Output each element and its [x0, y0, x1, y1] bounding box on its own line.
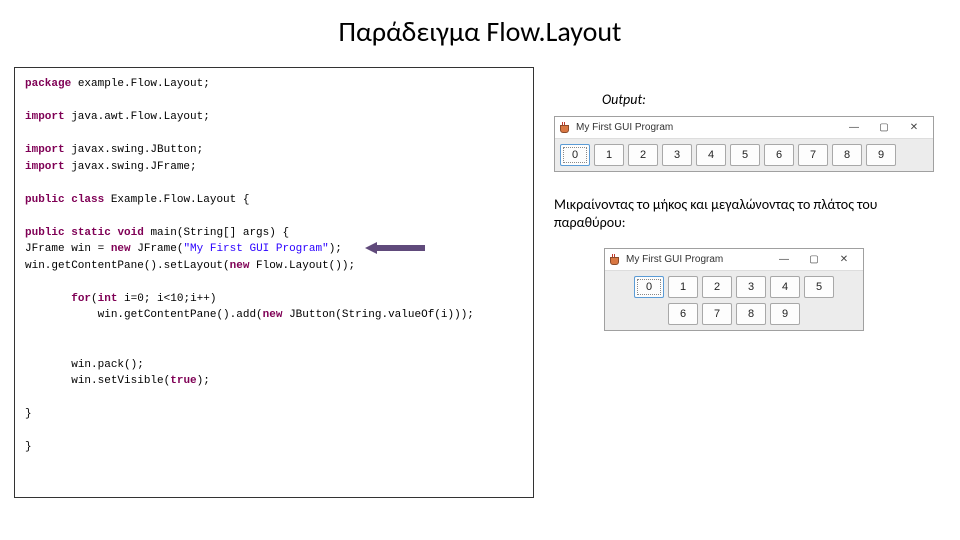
t: ); [197, 375, 210, 387]
kw: new [111, 243, 131, 255]
t: win.getContentPane().setLayout( [25, 260, 230, 272]
jbutton-1[interactable]: 1 [594, 144, 624, 166]
window-controls: — ▢ ✕ [769, 252, 859, 268]
kw: int [98, 293, 118, 305]
jbutton-2[interactable]: 2 [628, 144, 658, 166]
kw: void [117, 227, 143, 239]
kw: import [25, 144, 65, 156]
jbutton-2[interactable]: 2 [702, 276, 732, 298]
window-title: My First GUI Program [626, 254, 769, 265]
jbutton-5[interactable]: 5 [730, 144, 760, 166]
close-button[interactable]: ✕ [899, 120, 929, 136]
code-listing: package example.Flow.Layout; import java… [14, 67, 534, 498]
t: } [25, 408, 32, 420]
jbutton-4[interactable]: 4 [696, 144, 726, 166]
gui-window-wide: My First GUI Program — ▢ ✕ 0 1 2 3 4 5 6… [554, 116, 934, 172]
kw: true [170, 375, 196, 387]
t: JFrame win = [25, 243, 111, 255]
minimize-button[interactable]: — [769, 252, 799, 268]
jbutton-8[interactable]: 8 [736, 303, 766, 325]
str: "My First GUI Program" [183, 243, 328, 255]
java-icon [609, 254, 621, 266]
right-column: Output: My First GUI Program — ▢ ✕ 0 1 2… [554, 67, 946, 498]
content-area: package example.Flow.Layout; import java… [0, 67, 960, 498]
titlebar: My First GUI Program — ▢ ✕ [555, 117, 933, 139]
t: win.setVisible( [71, 375, 170, 387]
kw: import [25, 161, 65, 173]
arrow-body [377, 245, 425, 251]
t: example.Flow.Layout; [71, 78, 210, 90]
jbutton-6[interactable]: 6 [668, 303, 698, 325]
button-row-1: 0 1 2 3 4 5 [605, 271, 863, 303]
close-button[interactable]: ✕ [829, 252, 859, 268]
kw: new [230, 260, 250, 272]
jbutton-7[interactable]: 7 [702, 303, 732, 325]
button-row-2: 6 7 8 9 [605, 303, 863, 330]
t: JFrame( [131, 243, 184, 255]
kw: public [25, 227, 65, 239]
jbutton-0[interactable]: 0 [560, 144, 590, 166]
jbutton-3[interactable]: 3 [736, 276, 766, 298]
jbutton-3[interactable]: 3 [662, 144, 692, 166]
t: main(String[] args) { [144, 227, 289, 239]
java-icon [559, 122, 571, 134]
jbutton-0[interactable]: 0 [634, 276, 664, 298]
slide-title: Παράδειγμα Flow.Layout [0, 0, 960, 67]
kw: new [263, 309, 283, 321]
t: Flow.Layout()); [249, 260, 355, 272]
minimize-button[interactable]: — [839, 120, 869, 136]
kw: for [71, 293, 91, 305]
t: javax.swing.JButton; [65, 144, 204, 156]
jbutton-6[interactable]: 6 [764, 144, 794, 166]
jbutton-1[interactable]: 1 [668, 276, 698, 298]
t: win.pack(); [71, 359, 144, 371]
titlebar: My First GUI Program — ▢ ✕ [605, 249, 863, 271]
gui-window-narrow: My First GUI Program — ▢ ✕ 0 1 2 3 4 5 6… [604, 248, 864, 331]
arrow-head-icon [365, 242, 377, 254]
t: Example.Flow.Layout { [104, 194, 249, 206]
jbutton-4[interactable]: 4 [770, 276, 800, 298]
t: JButton(String.valueOf(i))); [282, 309, 473, 321]
t: win.getContentPane().add( [98, 309, 263, 321]
t: } [25, 441, 32, 453]
maximize-button[interactable]: ▢ [799, 252, 829, 268]
window-controls: — ▢ ✕ [839, 120, 929, 136]
t: java.awt.Flow.Layout; [65, 111, 210, 123]
kw: class [71, 194, 104, 206]
jbutton-9[interactable]: 9 [866, 144, 896, 166]
jbutton-9[interactable]: 9 [770, 303, 800, 325]
window-title: My First GUI Program [576, 122, 839, 133]
output-label: Output: [602, 91, 946, 108]
kw: static [71, 227, 111, 239]
button-row: 0 1 2 3 4 5 6 7 8 9 [555, 139, 933, 171]
t: i=0; i<10;i++) [117, 293, 216, 305]
maximize-button[interactable]: ▢ [869, 120, 899, 136]
jbutton-8[interactable]: 8 [832, 144, 862, 166]
kw: package [25, 78, 71, 90]
jbutton-5[interactable]: 5 [804, 276, 834, 298]
jbutton-7[interactable]: 7 [798, 144, 828, 166]
kw: public [25, 194, 65, 206]
t: javax.swing.JFrame; [65, 161, 197, 173]
kw: import [25, 111, 65, 123]
t: ); [329, 243, 342, 255]
resize-note: Μικραίνοντας το μήκος και μεγαλώνοντας τ… [554, 196, 946, 232]
annotation-arrow [365, 242, 425, 254]
